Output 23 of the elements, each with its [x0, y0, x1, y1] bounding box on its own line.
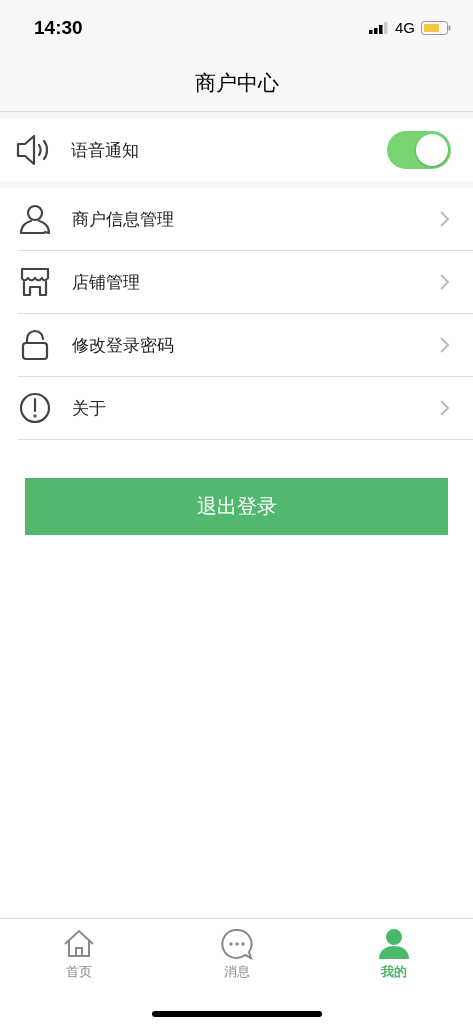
menu-item[interactable]: 商户信息管理: [72, 207, 439, 231]
tab-label[interactable]: 消息: [223, 963, 250, 981]
signal-icon: [369, 21, 389, 34]
chat-icon[interactable]: [219, 927, 254, 961]
speaker-icon: [15, 132, 51, 168]
storefront-icon: [18, 265, 52, 299]
battery-icon: [421, 20, 451, 35]
person-icon: [18, 202, 52, 236]
network-label: 4G: [395, 19, 415, 36]
person-icon[interactable]: [377, 927, 412, 961]
tab-label[interactable]: 首页: [65, 963, 92, 981]
page-title: 商户中心: [194, 70, 279, 97]
menu-item[interactable]: 店铺管理: [72, 270, 439, 294]
chevron-right-icon: [439, 399, 451, 417]
info-icon: [18, 391, 52, 425]
voice-notice-toggle[interactable]: [387, 131, 451, 169]
voice-notice-label: 语音通知: [71, 138, 140, 162]
chevron-right-icon: [439, 210, 451, 228]
status-time: 14:30: [34, 16, 83, 39]
menu-item[interactable]: 关于: [72, 396, 439, 420]
menu-item[interactable]: 修改登录密码: [72, 333, 439, 357]
chevron-right-icon: [439, 336, 451, 354]
chevron-right-icon: [439, 273, 451, 291]
